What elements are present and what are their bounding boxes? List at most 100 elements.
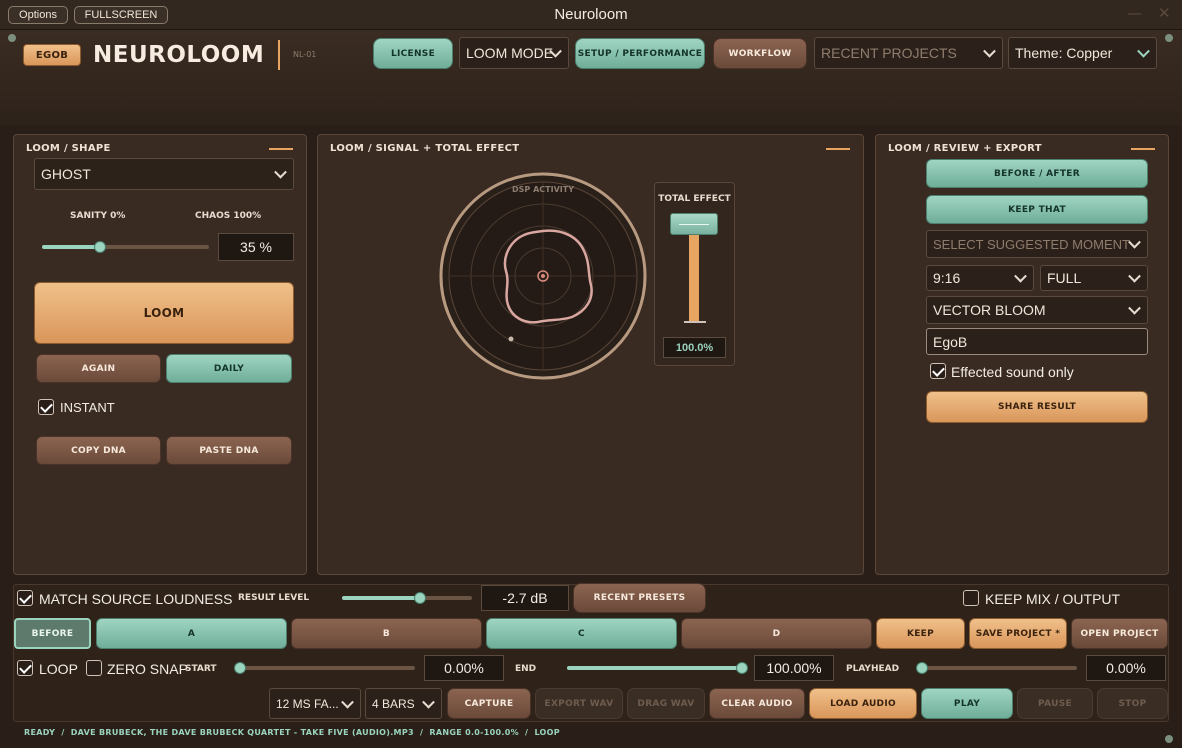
drag-wav-button[interactable]: DRAG WAV <box>627 688 705 719</box>
license-button[interactable]: LICENSE <box>373 38 453 69</box>
model-label: NL-01 <box>293 50 317 59</box>
capture-button[interactable]: CAPTURE <box>447 688 531 719</box>
again-button[interactable]: AGAIN <box>36 354 161 383</box>
total-effect-handle[interactable] <box>670 213 718 235</box>
close-icon[interactable]: ✕ <box>1158 4 1171 22</box>
panel-collapse-icon[interactable] <box>1131 148 1155 150</box>
slot-a-button[interactable]: A <box>96 618 287 649</box>
amount-slider[interactable] <box>42 241 209 253</box>
aspect-dropdown[interactable]: 9:16 <box>926 265 1034 291</box>
visual-style-dropdown[interactable]: VECTOR BLOOM <box>926 296 1148 324</box>
total-effect-value: 100.0% <box>663 337 726 358</box>
start-label: START <box>185 664 217 674</box>
chevron-down-icon <box>1137 44 1150 58</box>
total-effect-track[interactable] <box>689 233 699 321</box>
loop-label: LOOP <box>39 661 78 677</box>
recent-projects-label: RECENT PROJECTS <box>821 45 957 61</box>
share-result-button[interactable]: SHARE RESULT <box>926 391 1148 423</box>
before-slot-button[interactable]: BEFORE <box>14 618 91 649</box>
result-level-slider[interactable] <box>342 592 472 604</box>
shape-preset-dropdown[interactable]: GHOST <box>34 158 294 190</box>
title-bar: Options FULLSCREEN Neuroloom — ✕ <box>0 0 1182 30</box>
match-loudness-checkbox[interactable] <box>17 590 33 606</box>
playhead-slider-handle[interactable] <box>916 662 928 674</box>
theme-dropdown[interactable]: Theme: Copper <box>1008 37 1157 69</box>
zero-snap-label: ZERO SNAP <box>107 661 188 677</box>
app-name: NEUROLOOM <box>93 42 265 68</box>
scope-center-dot <box>541 274 545 278</box>
amount-slider-handle[interactable] <box>94 241 106 253</box>
handle-grip <box>679 224 709 225</box>
daily-button[interactable]: DAILY <box>166 354 292 383</box>
playhead-value[interactable]: 0.00% <box>1086 655 1166 681</box>
zero-snap-checkbox[interactable] <box>86 660 102 676</box>
chevron-down-icon <box>1128 269 1141 283</box>
workflow-button[interactable]: WORKFLOW <box>713 38 807 69</box>
start-slider-handle[interactable] <box>234 662 246 674</box>
start-slider[interactable] <box>234 662 415 674</box>
end-slider[interactable] <box>567 662 748 674</box>
slot-d-button[interactable]: D <box>681 618 872 649</box>
result-level-value[interactable]: -2.7 dB <box>481 585 569 611</box>
chevron-down-icon <box>1128 301 1141 315</box>
effected-only-checkbox[interactable] <box>930 363 946 379</box>
instant-checkbox[interactable] <box>38 399 54 415</box>
amount-value[interactable]: 35 % <box>218 233 294 261</box>
clear-audio-button[interactable]: CLEAR AUDIO <box>709 688 805 719</box>
load-audio-button[interactable]: LOAD AUDIO <box>809 688 917 719</box>
chevron-down-icon <box>422 695 435 709</box>
sanity-label: SANITY 0% <box>70 211 126 221</box>
instant-label: INSTANT <box>60 400 115 415</box>
loom-button[interactable]: LOOM <box>34 282 294 344</box>
recent-presets-button[interactable]: RECENT PRESETS <box>573 583 706 613</box>
end-slider-handle[interactable] <box>736 662 748 674</box>
match-loudness-label: MATCH SOURCE LOUDNESS <box>39 591 233 607</box>
export-wav-button[interactable]: EXPORT WAV <box>535 688 623 719</box>
keep-that-button[interactable]: KEEP THAT <box>926 195 1148 224</box>
slot-c-button[interactable]: C <box>486 618 677 649</box>
total-effect-meter: TOTAL EFFECT 100.0% <box>654 182 735 366</box>
amount-slider-fill <box>42 245 100 249</box>
pause-button[interactable]: PAUSE <box>1017 688 1093 719</box>
chevron-down-icon <box>983 44 996 58</box>
chevron-down-icon <box>1014 269 1027 283</box>
name-input[interactable]: EgoB <box>926 328 1148 355</box>
setup-performance-button[interactable]: SETUP / PERFORMANCE <box>575 38 705 69</box>
recent-projects-dropdown[interactable]: RECENT PROJECTS <box>814 37 1003 69</box>
brand-badge: EGOB <box>23 44 81 66</box>
panel-collapse-icon[interactable] <box>826 148 850 150</box>
panel-collapse-icon[interactable] <box>269 148 293 150</box>
suggested-moment-dropdown[interactable]: SELECT SUGGESTED MOMENT <box>926 230 1148 258</box>
loop-checkbox[interactable] <box>17 660 33 676</box>
framing-dropdown[interactable]: FULL <box>1040 265 1148 291</box>
chevron-down-icon <box>274 165 287 179</box>
loom-mode-label: LOOM MODE <box>466 45 554 61</box>
total-effect-label: TOTAL EFFECT <box>658 194 731 204</box>
before-after-button[interactable]: BEFORE / AFTER <box>926 159 1148 188</box>
loom-mode-dropdown[interactable]: LOOM MODE <box>459 37 569 69</box>
playhead-slider[interactable] <box>916 662 1077 674</box>
playhead-label: PLAYHEAD <box>846 664 900 674</box>
chevron-down-icon <box>341 695 354 709</box>
slot-b-button[interactable]: B <box>291 618 482 649</box>
stop-button[interactable]: STOP <box>1097 688 1168 719</box>
end-slider-fill <box>567 666 742 670</box>
play-button[interactable]: PLAY <box>921 688 1013 719</box>
fade-label: 12 MS FA... <box>276 696 339 711</box>
keep-button[interactable]: KEEP <box>876 618 965 649</box>
theme-label: Theme: Copper <box>1015 45 1113 61</box>
start-value[interactable]: 0.00% <box>424 655 504 681</box>
shape-panel: LOOM / SHAPE GHOST SANITY 0% CHAOS 100% … <box>13 134 307 575</box>
copy-dna-button[interactable]: COPY DNA <box>36 436 161 465</box>
open-project-button[interactable]: OPEN PROJECT <box>1071 618 1168 649</box>
minimize-icon[interactable]: — <box>1127 4 1142 22</box>
paste-dna-button[interactable]: PASTE DNA <box>166 436 292 465</box>
fade-dropdown[interactable]: 12 MS FA... <box>269 688 361 719</box>
panel-title: LOOM / SHAPE <box>26 143 111 154</box>
bars-dropdown[interactable]: 4 BARS <box>365 688 442 719</box>
result-level-handle[interactable] <box>414 592 426 604</box>
keep-mix-checkbox[interactable] <box>963 590 979 606</box>
corner-rivet-icon <box>1165 735 1173 743</box>
end-value[interactable]: 100.00% <box>754 655 834 681</box>
save-project-button[interactable]: SAVE PROJECT * <box>969 618 1067 649</box>
